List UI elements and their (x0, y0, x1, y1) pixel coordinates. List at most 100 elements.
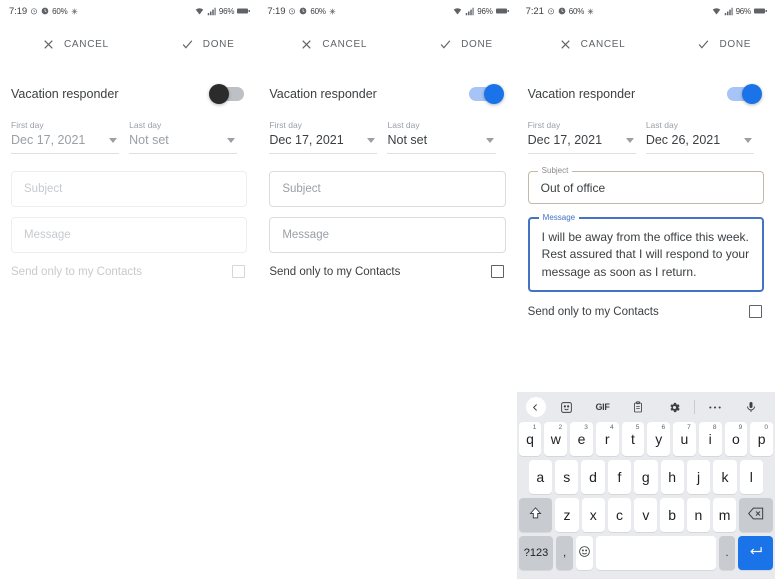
key-z[interactable]: z (555, 498, 579, 532)
key-c[interactable]: c (607, 498, 632, 532)
send-only-contacts-row[interactable]: Send only to my Contacts (258, 265, 516, 278)
vacation-responder-label: Vacation responder (11, 87, 119, 101)
vacation-responder-toggle[interactable] (209, 84, 245, 104)
subject-value: Out of office (540, 181, 606, 195)
settings-icon[interactable] (656, 401, 692, 414)
space-key[interactable] (595, 536, 716, 570)
screenshot-root: 7:19 60% 96% CANCEL DONE Vacation respon… (0, 0, 775, 579)
key-l[interactable]: l (739, 460, 764, 494)
first-day-field[interactable]: First day Dec 17, 2021 (11, 120, 129, 154)
vacation-responder-toggle[interactable] (468, 84, 504, 104)
send-only-contacts-checkbox[interactable] (748, 305, 762, 319)
screen-vacation-responder-disabled: 7:19 60% 96% CANCEL DONE Vacation respon… (0, 0, 259, 579)
message-placeholder: Message (24, 229, 71, 241)
shift-key[interactable] (518, 498, 553, 532)
key-h[interactable]: h (660, 460, 684, 494)
key-f[interactable]: f (607, 460, 632, 494)
wifi-icon (712, 7, 721, 16)
cancel-button[interactable]: CANCEL (300, 38, 367, 51)
key-o[interactable]: o9 (724, 422, 748, 456)
key-m[interactable]: m (712, 498, 737, 532)
check-icon (697, 38, 710, 51)
last-day-field[interactable]: Last day Dec 26, 2021 (645, 120, 764, 154)
signal-icon (207, 7, 216, 16)
key-j[interactable]: j (686, 460, 711, 494)
comma-key[interactable]: , (556, 536, 573, 570)
emoji-key[interactable] (575, 536, 593, 570)
key-number-hint: 9 (738, 424, 743, 431)
key-t[interactable]: t5 (621, 422, 645, 456)
send-only-contacts-row[interactable]: Send only to my Contacts (517, 305, 775, 319)
cancel-button[interactable]: CANCEL (559, 38, 626, 51)
vacation-responder-label: Vacation responder (527, 87, 636, 101)
key-e[interactable]: e3 (570, 422, 593, 456)
first-day-field[interactable]: First day Dec 17, 2021 (527, 120, 646, 154)
done-button[interactable]: DONE (181, 38, 235, 51)
snowflake-icon (71, 8, 78, 15)
alarm-icon (547, 7, 555, 15)
alarm-icon (288, 7, 296, 15)
chevron-down-icon (743, 137, 752, 143)
send-only-contacts-checkbox[interactable] (232, 265, 246, 278)
key-k[interactable]: k (713, 460, 737, 494)
subject-input[interactable]: Subject (269, 171, 506, 207)
key-g[interactable]: g (634, 460, 658, 494)
subject-input[interactable]: Subject Out of office (527, 166, 764, 204)
last-day-field[interactable]: Last day Not set (129, 120, 247, 154)
keyboard-toolbar: GIF (517, 392, 775, 422)
keyboard-back-button[interactable] (523, 397, 549, 417)
symbols-key[interactable]: ?123 (518, 536, 554, 570)
backspace-key[interactable] (739, 498, 773, 532)
send-only-contacts-checkbox[interactable] (490, 265, 504, 278)
send-only-contacts-row[interactable]: Send only to my Contacts (0, 265, 258, 278)
key-number-hint: 7 (687, 424, 691, 431)
key-x[interactable]: x (581, 498, 605, 532)
chevron-down-icon (485, 137, 494, 143)
sticker-icon[interactable] (549, 401, 585, 414)
key-v[interactable]: v (634, 498, 658, 532)
message-input[interactable]: Message (269, 217, 506, 253)
key-label: y (655, 431, 663, 447)
more-icon[interactable] (697, 405, 733, 410)
key-label: i (708, 431, 712, 447)
message-input[interactable]: Message (11, 217, 248, 253)
done-button[interactable]: DONE (697, 38, 751, 51)
subject-input[interactable]: Subject (11, 171, 248, 207)
battery-percent: 96% (477, 6, 493, 16)
key-b[interactable]: b (660, 498, 684, 532)
vacation-responder-toggle[interactable] (726, 84, 762, 104)
gif-button[interactable]: GIF (585, 402, 621, 412)
last-day-field[interactable]: Last day Not set (387, 120, 505, 154)
message-label: Message (538, 213, 580, 222)
key-number-hint: 4 (609, 424, 614, 431)
key-a[interactable]: a (528, 460, 553, 494)
key-d[interactable]: d (581, 460, 605, 494)
key-r[interactable]: r4 (595, 422, 619, 456)
key-u[interactable]: u7 (673, 422, 696, 456)
key-q[interactable]: q1 (518, 422, 542, 456)
period-key[interactable]: . (718, 536, 736, 570)
shift-icon (528, 506, 543, 524)
key-y[interactable]: y6 (647, 422, 671, 456)
clipboard-icon[interactable] (620, 401, 656, 413)
done-button[interactable]: DONE (439, 38, 493, 51)
first-day-field[interactable]: First day Dec 17, 2021 (269, 120, 387, 154)
key-label: q (526, 431, 534, 447)
cancel-button[interactable]: CANCEL (42, 38, 109, 51)
done-label: DONE (461, 38, 493, 50)
enter-key[interactable] (738, 536, 773, 570)
message-input[interactable]: Message I will be away from the office t… (527, 213, 764, 293)
status-time: 7:21 (525, 5, 544, 17)
keyboard-row-2: a s d f g h j k l (517, 460, 775, 498)
emoji-icon (578, 545, 591, 561)
key-s[interactable]: s (555, 460, 579, 494)
screen-vacation-responder-enabled: 7:19 60% 96% CANCEL DONE Vacation respon… (258, 0, 517, 579)
key-i[interactable]: i8 (698, 422, 722, 456)
mic-icon[interactable] (733, 401, 769, 413)
key-label: w (550, 431, 561, 447)
key-w[interactable]: w2 (544, 422, 568, 456)
key-n[interactable]: n (686, 498, 710, 532)
chevron-down-icon (227, 137, 236, 143)
action-bar: CANCEL DONE (258, 22, 516, 54)
key-p[interactable]: p0 (750, 422, 773, 456)
